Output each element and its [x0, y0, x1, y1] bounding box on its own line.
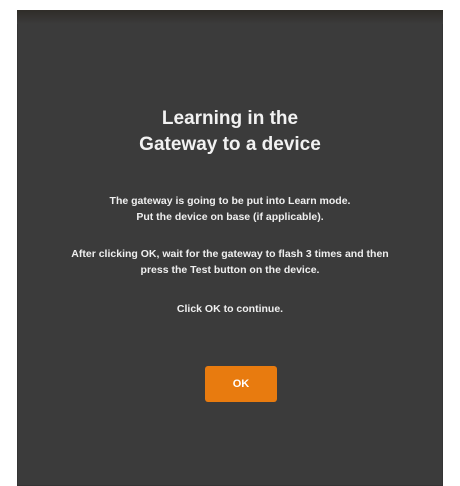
learn-mode-dialog: Learning in the Gateway to a device The …	[17, 10, 443, 486]
instruction-paragraph-2: After clicking OK, wait for the gateway …	[17, 246, 443, 278]
instruction-paragraph-3: Click OK to continue.	[17, 301, 443, 317]
instruction-1-line-2: Put the device on base (if applicable).	[136, 211, 324, 223]
dialog-top-edge	[17, 10, 443, 24]
screen: Learning in the Gateway to a device The …	[0, 0, 460, 486]
instruction-paragraph-1: The gateway is going to be put into Lear…	[17, 193, 443, 225]
dialog-title-line-1: Learning in the	[161, 108, 299, 129]
instruction-2-line-1: After clicking OK, wait for the gateway …	[71, 248, 389, 260]
instruction-1-line-1: The gateway is going to be put into Lear…	[109, 195, 351, 207]
ok-button[interactable]: OK	[205, 366, 277, 402]
dialog-title: Learning in the Gateway to a device	[17, 106, 443, 158]
dialog-title-line-2: Gateway to a device	[139, 134, 321, 155]
continue-prompt: Click OK to continue.	[176, 303, 284, 315]
instruction-2-line-2: press the Test button on the device.	[140, 264, 320, 276]
